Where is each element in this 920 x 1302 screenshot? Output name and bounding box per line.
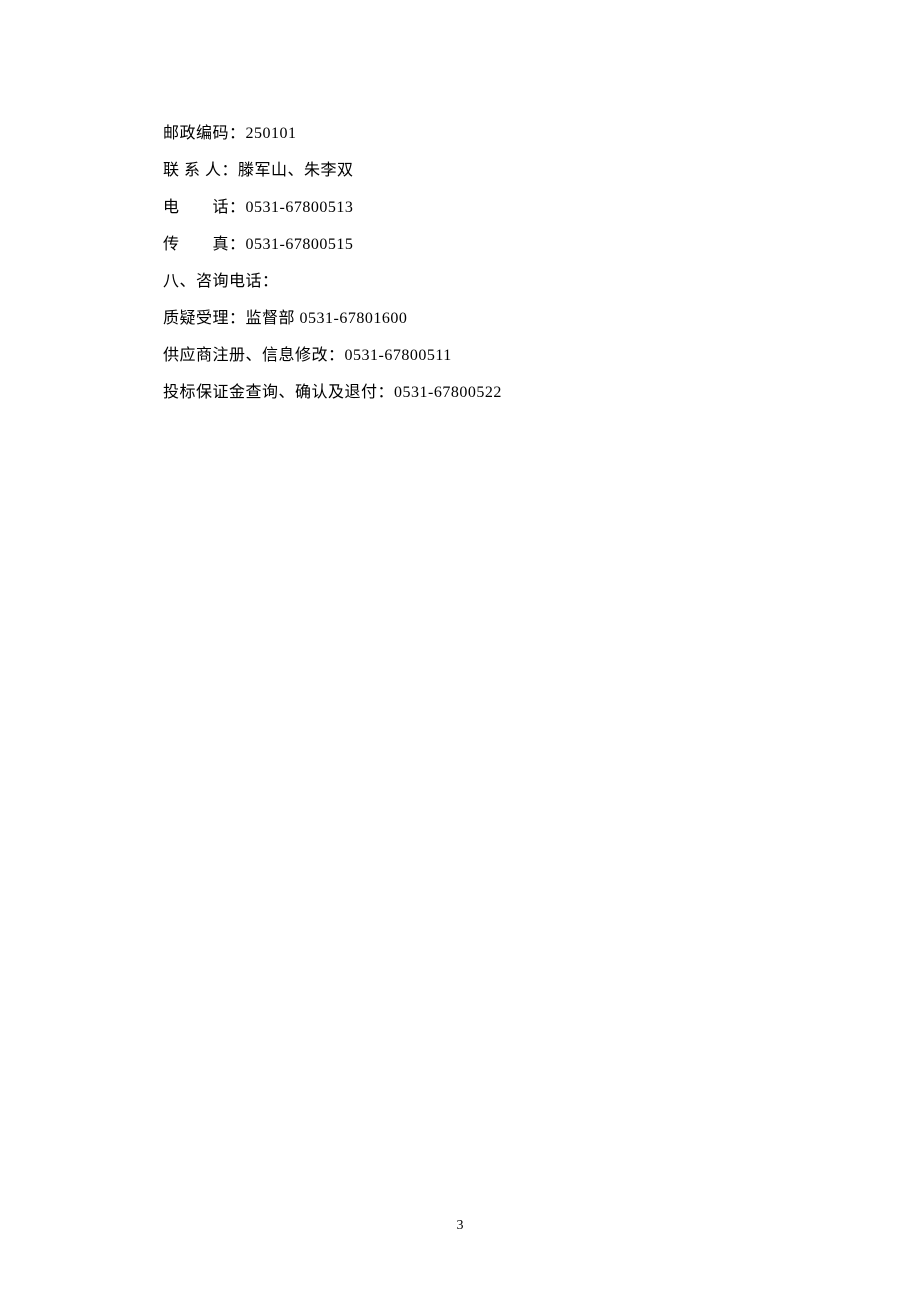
postal-code-line: 邮政编码：250101 xyxy=(163,115,800,152)
contact-person-line: 联 系 人：滕军山、朱李双 xyxy=(163,152,800,189)
supplier-registration-line: 供应商注册、信息修改：0531-67800511 xyxy=(163,337,800,374)
complaint-line: 质疑受理：监督部 0531-67801600 xyxy=(163,300,800,337)
phone-line: 电 话：0531-67800513 xyxy=(163,189,800,226)
deposit-query-line: 投标保证金查询、确认及退付：0531-67800522 xyxy=(163,374,800,411)
section-8-heading: 八、咨询电话： xyxy=(163,263,800,300)
fax-line: 传 真：0531-67800515 xyxy=(163,226,800,263)
page-number: 3 xyxy=(0,1218,920,1234)
document-body: 邮政编码：250101 联 系 人：滕军山、朱李双 电 话：0531-67800… xyxy=(0,0,920,411)
